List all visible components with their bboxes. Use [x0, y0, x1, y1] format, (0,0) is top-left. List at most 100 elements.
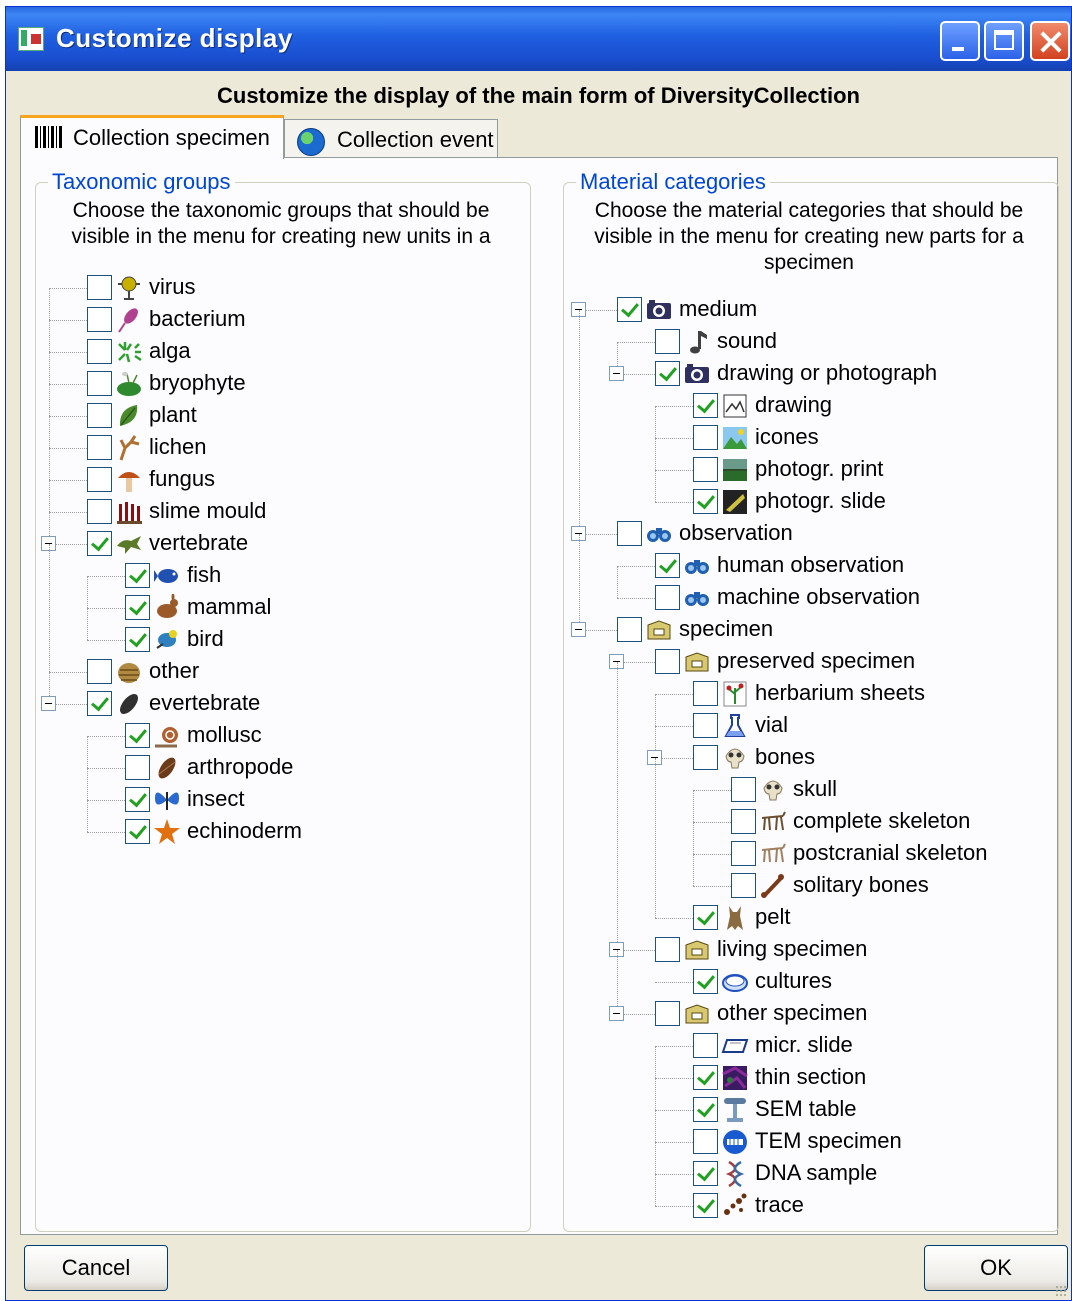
tree-item-label: SEM table [755, 1096, 857, 1121]
tree-item-postcranial-skeleton[interactable]: postcranial skeleton [21, 838, 987, 870]
tree-item-label: pelt [755, 904, 791, 929]
checkbox[interactable] [655, 649, 680, 674]
checkbox[interactable] [693, 457, 718, 482]
checkbox[interactable] [693, 1193, 718, 1218]
slide-icon [721, 488, 749, 516]
tree-item-drawing[interactable]: drawing [21, 390, 832, 422]
checkbox[interactable] [693, 681, 718, 706]
checkbox[interactable] [731, 777, 756, 802]
tree-item-specimen[interactable]: specimen [21, 614, 773, 646]
tree-item-bones[interactable]: bones [21, 742, 815, 774]
tree-item-trace[interactable]: trace [21, 1190, 804, 1222]
tree-item-thin-section[interactable]: thin section [21, 1062, 866, 1094]
tree-item-pelt[interactable]: pelt [21, 902, 790, 934]
ok-button[interactable]: OK [924, 1245, 1068, 1291]
tree-item-solitary-bones[interactable]: solitary bones [21, 870, 929, 902]
checkbox[interactable] [693, 1161, 718, 1186]
checkbox[interactable] [693, 425, 718, 450]
tree-item-herbarium-sheets[interactable]: herbarium sheets [21, 678, 925, 710]
tree-connector [49, 288, 87, 289]
tree-connector [655, 438, 693, 439]
tree-item-dna-sample[interactable]: DNA sample [21, 1158, 877, 1190]
collapse-toggle[interactable] [609, 366, 624, 381]
checkbox[interactable] [617, 521, 642, 546]
resize-grip[interactable] [1055, 1285, 1067, 1297]
description-line: Choose the taxonomic groups that should … [72, 199, 490, 222]
checkbox[interactable] [693, 1033, 718, 1058]
tree-item-label: micr. slide [755, 1032, 853, 1057]
tree-item-sem-table[interactable]: SEM table [21, 1094, 857, 1126]
tree-connector [655, 694, 693, 695]
tree-item-complete-skeleton[interactable]: complete skeleton [21, 806, 970, 838]
checkbox[interactable] [655, 329, 680, 354]
checkbox[interactable] [693, 969, 718, 994]
tree-connector [655, 470, 693, 471]
checkbox[interactable] [731, 841, 756, 866]
tree-item-skull[interactable]: skull [21, 774, 837, 806]
tab-collection-specimen[interactable]: Collection specimen [20, 115, 284, 159]
photo-print-icon [721, 456, 749, 484]
tree-connector [617, 950, 618, 1014]
tree-item-other-specimen[interactable]: other specimen [21, 998, 867, 1030]
tree-item-label: medium [679, 296, 758, 321]
checkbox[interactable] [693, 489, 718, 514]
tree-item-machine-observation[interactable]: machine observation [21, 582, 920, 614]
checkbox[interactable] [731, 809, 756, 834]
tree-item-icones[interactable]: icones [21, 422, 819, 454]
checkbox[interactable] [693, 745, 718, 770]
checkbox[interactable] [693, 1065, 718, 1090]
tree-connector [655, 1142, 656, 1174]
material-categories-description: Choose the material categories that shou… [569, 198, 1049, 276]
drawing-icon [721, 392, 749, 420]
window-app-icon [18, 27, 44, 51]
tree-item-medium[interactable]: medium [21, 294, 757, 326]
tree-item-observation[interactable]: observation [21, 518, 793, 550]
title-bar[interactable]: Customize display [6, 7, 1071, 71]
skeleton-icon [759, 808, 787, 836]
dna-icon [721, 1160, 749, 1188]
collapse-toggle[interactable] [609, 1006, 624, 1021]
bone-icon [759, 872, 787, 900]
checkbox[interactable] [731, 873, 756, 898]
collapse-toggle[interactable] [571, 622, 586, 637]
tree-connector [693, 822, 694, 854]
tree-item-living-specimen[interactable]: living specimen [21, 934, 867, 966]
checkbox[interactable] [655, 553, 680, 578]
tree-item-preserved-specimen[interactable]: preserved specimen [21, 646, 915, 678]
checkbox[interactable] [617, 297, 642, 322]
checkbox[interactable] [617, 617, 642, 642]
tree-item-cultures[interactable]: cultures [21, 966, 832, 998]
tree-item-tem-specimen[interactable]: TEM specimen [21, 1126, 902, 1158]
tree-item-vial[interactable]: vial [21, 710, 788, 742]
maximize-button[interactable] [984, 21, 1024, 61]
checkbox[interactable] [655, 585, 680, 610]
tree-item-micr-slide[interactable]: micr. slide [21, 1030, 853, 1062]
tree-item-photogr-print[interactable]: photogr. print [21, 454, 883, 486]
tab-collection-event[interactable]: Collection event [284, 119, 498, 159]
tree-connector [579, 534, 580, 630]
tree-item-photogr-slide[interactable]: photogr. slide [21, 486, 886, 518]
checkbox[interactable] [655, 1001, 680, 1026]
tree-connector [693, 854, 731, 855]
minimize-button[interactable] [940, 21, 980, 61]
checkbox[interactable] [655, 937, 680, 962]
tree-connector [655, 1142, 693, 1143]
tree-item-sound[interactable]: sound [21, 326, 777, 358]
tree-item-drawing-or-photograph[interactable]: drawing or photograph [21, 358, 937, 390]
checkbox[interactable] [693, 1097, 718, 1122]
checkbox[interactable] [693, 393, 718, 418]
tree-item-label: herbarium sheets [755, 680, 925, 705]
tree-item-human-observation[interactable]: human observation [21, 550, 904, 582]
checkbox[interactable] [693, 1129, 718, 1154]
cancel-button[interactable]: Cancel [24, 1245, 168, 1291]
tree-connector [655, 1046, 656, 1078]
checkbox[interactable] [655, 361, 680, 386]
tree-item-label: DNA sample [755, 1160, 878, 1185]
close-button[interactable] [1030, 21, 1070, 61]
checkbox[interactable] [693, 905, 718, 930]
binoculars-icon [683, 584, 711, 612]
tree-item-label: drawing [755, 392, 833, 417]
checkbox[interactable] [693, 713, 718, 738]
taxonomic-groups-legend: Taxonomic groups [48, 169, 235, 195]
tree-item-label: postcranial skeleton [793, 840, 988, 865]
